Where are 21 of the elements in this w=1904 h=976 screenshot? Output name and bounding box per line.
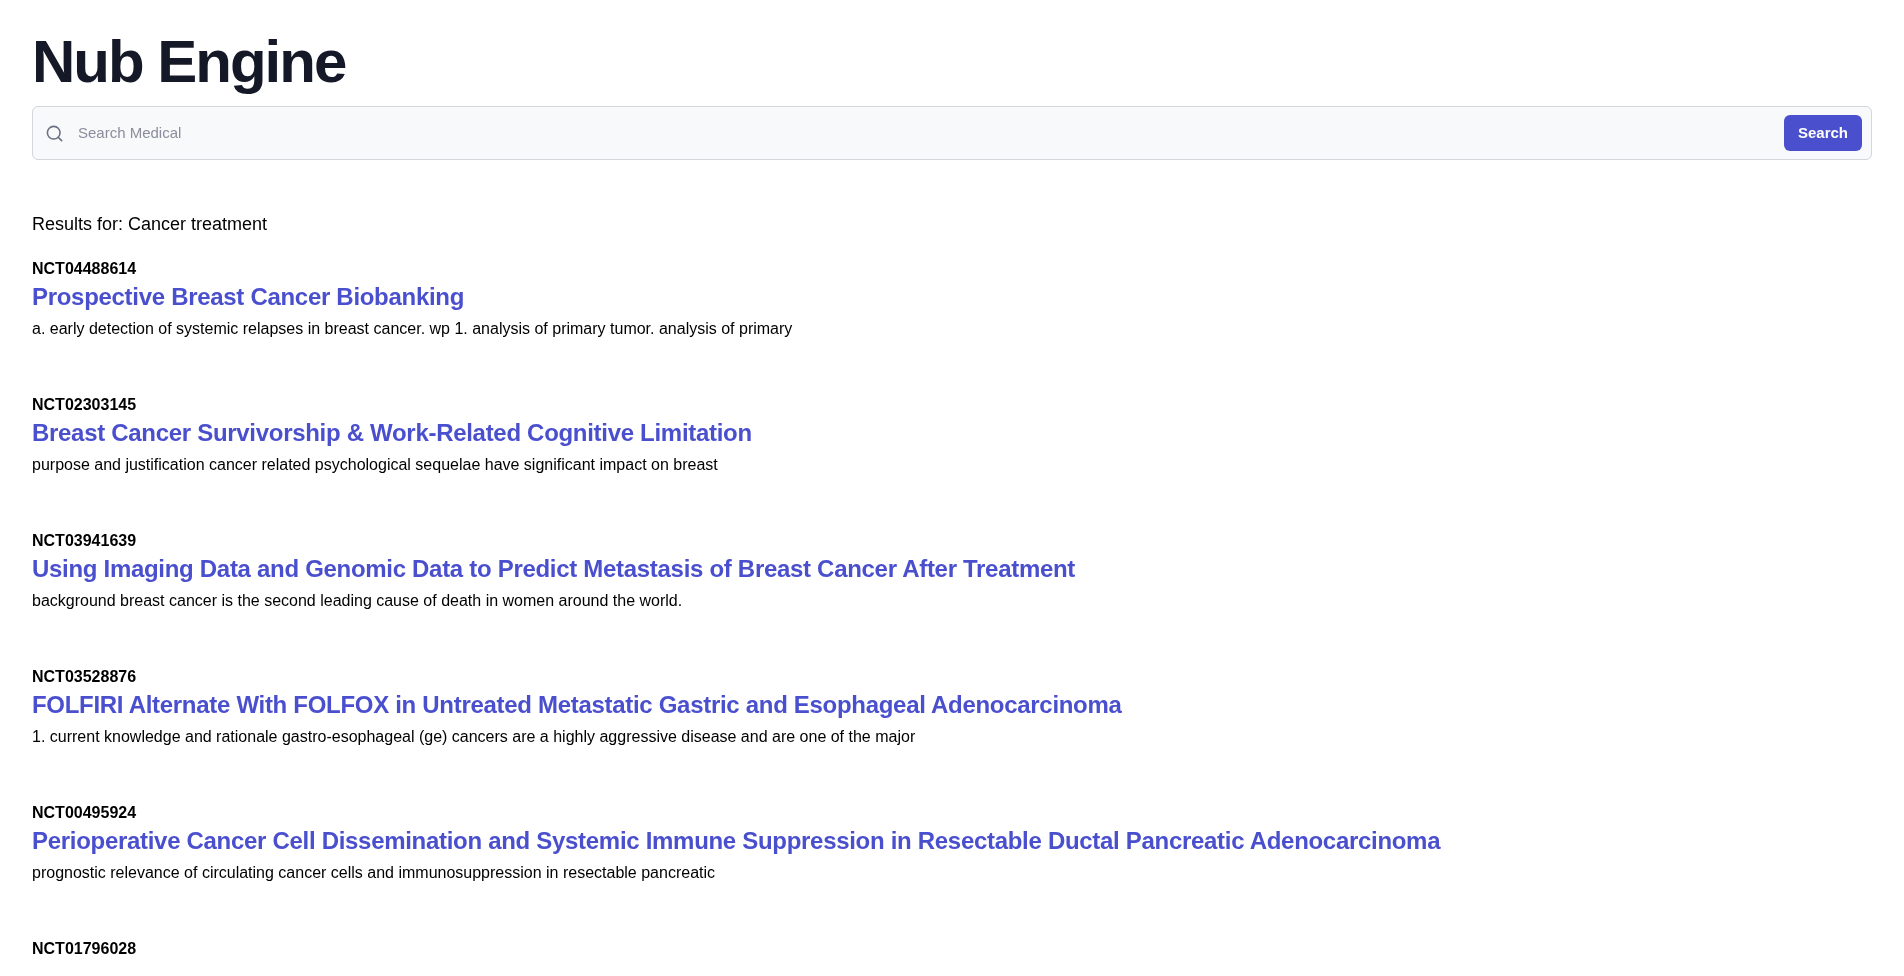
trial-id: NCT00495924: [32, 803, 137, 823]
app-title: Nub Engine: [32, 27, 346, 97]
result-snippet: purpose and justification cancer related psychological sequelae have significant impact on breast: [32, 455, 718, 475]
search-field[interactable]: Search Medical Search: [32, 106, 1872, 160]
trial-id: NCT03528876: [32, 667, 137, 687]
trial-id: NCT01796028: [32, 939, 137, 959]
result-snippet: background breast cancer is the second leading cause of death in women around the world.: [32, 591, 683, 611]
search-icon: [45, 123, 64, 143]
trial-id: NCT04488614: [32, 259, 137, 279]
result-title-link[interactable]: Using Imaging Data and Genomic Data to Predict Metastasis of Breast Cancer After Treatment: [32, 554, 1076, 584]
results-heading: Results for: Cancer treatment: [32, 213, 268, 236]
trial-id: NCT02303145: [32, 395, 137, 415]
result-snippet: 1. current knowledge and rationale gastro-esophageal (ge) cancers are a highly aggressive disease and are one of the major: [32, 727, 916, 747]
result-title-link[interactable]: Breast Cancer Survivorship & Work-Related Cognitive Limitation: [32, 418, 752, 448]
result-title-link[interactable]: FOLFIRI Alternate With FOLFOX in Untreated Metastatic Gastric and Esophageal Adenocarcinoma: [32, 690, 1122, 720]
result-title-link[interactable]: Perioperative Cancer Cell Dissemination and Systemic Immune Suppression in Resectable Ductal Pancreatic Adenocarcinoma: [32, 826, 1441, 856]
search-button[interactable]: Search: [1783, 115, 1862, 151]
result-snippet: prognostic relevance of circulating cancer cells and immunosuppression in resectable pancreatic: [32, 863, 716, 883]
result-title-link[interactable]: Prospective Breast Cancer Biobanking: [32, 282, 465, 312]
result-snippet: a. early detection of systemic relapses in breast cancer. wp 1. analysis of primary tumor. analysis of primary: [32, 319, 793, 339]
trial-id: NCT03941639: [32, 531, 137, 551]
